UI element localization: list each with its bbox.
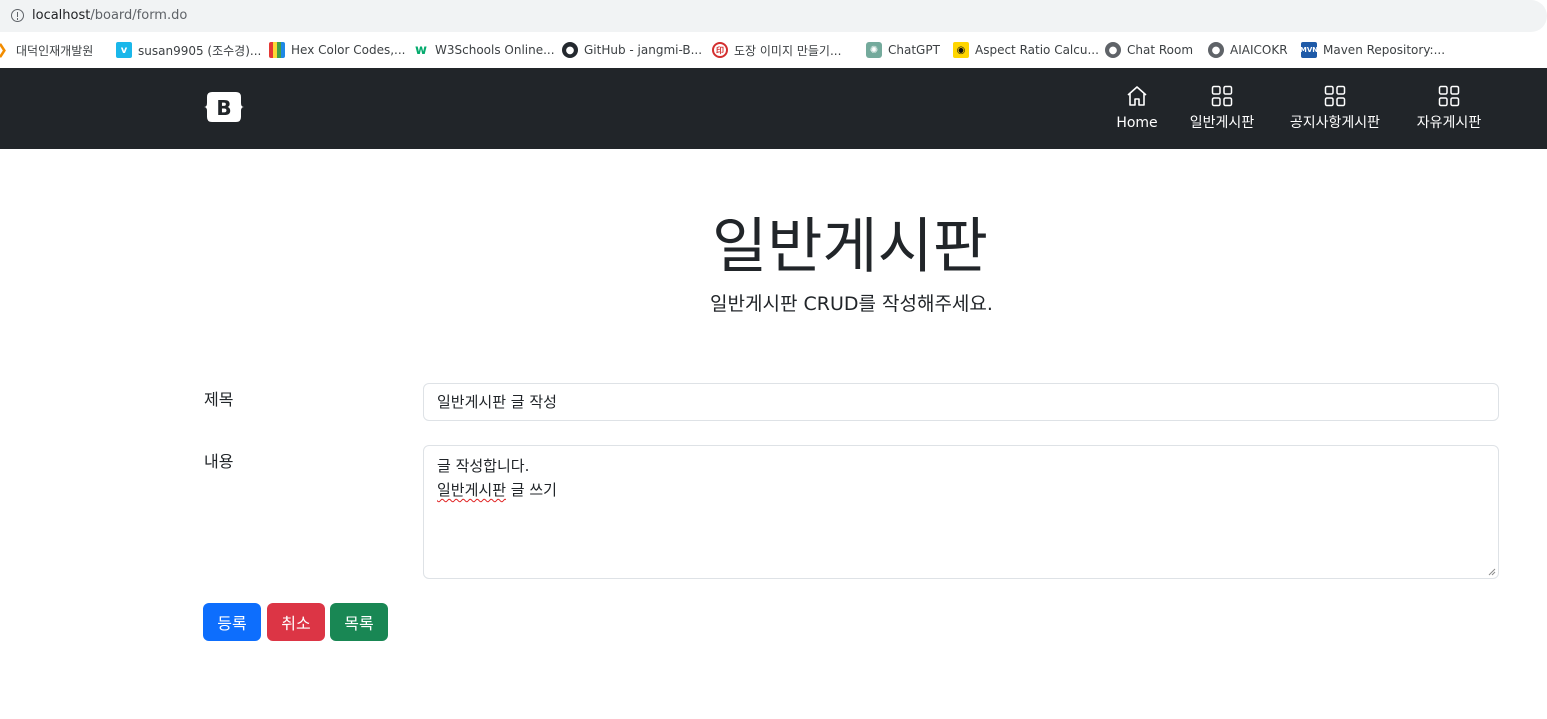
page-title: 일반게시판 bbox=[712, 212, 988, 282]
grid-icon bbox=[1324, 85, 1346, 107]
cancel-button[interactable]: 취소 bbox=[267, 603, 325, 641]
maven-icon: MVN bbox=[1300, 42, 1318, 58]
nav-home[interactable]: Home bbox=[1113, 84, 1161, 134]
nav-general-board[interactable]: 일반게시판 bbox=[1186, 84, 1258, 134]
bookmark-label: susan9905 (조수경)... bbox=[138, 43, 262, 58]
content-text: 글 쓰기 bbox=[506, 481, 557, 499]
spellcheck-word: 일반게시판 bbox=[437, 481, 507, 499]
aspect-ratio-icon: ◉ bbox=[953, 42, 969, 58]
title-input[interactable]: 일반게시판 글 작성 bbox=[423, 383, 1499, 421]
bookmark-label: ChatGPT bbox=[888, 43, 940, 57]
nav-home-label: Home bbox=[1116, 115, 1158, 131]
submit-button[interactable]: 등록 bbox=[203, 603, 261, 641]
url-host: localhost bbox=[32, 8, 91, 23]
list-button[interactable]: 목록 bbox=[330, 603, 388, 641]
svg-text:B: B bbox=[216, 96, 231, 120]
url-path: /board/form.do bbox=[90, 8, 188, 23]
bookmark-label: Aspect Ratio Calcu... bbox=[975, 43, 1099, 57]
content-textarea[interactable]: 글 작성합니다. 일반게시판 글 쓰기 bbox=[423, 445, 1499, 579]
bookmark-label: Chat Room bbox=[1127, 43, 1194, 57]
github-icon: ● bbox=[562, 42, 578, 58]
bookmark-label: 대덕인재개발원 bbox=[16, 43, 94, 58]
feather-icon: ❯ bbox=[0, 42, 10, 58]
nav-free-board[interactable]: 자유게시판 bbox=[1412, 84, 1486, 134]
bookmark-item[interactable]: MVN Maven Repository:... bbox=[1300, 41, 1446, 59]
content-line: 일반게시판 글 쓰기 bbox=[437, 478, 1485, 502]
bookmark-item[interactable]: v susan9905 (조수경)... bbox=[116, 41, 261, 59]
content-label: 내용 bbox=[204, 452, 234, 471]
browser-address-bar: localhost/board/form.do bbox=[0, 0, 1547, 32]
bookmark-item[interactable]: ● AIAICOKR bbox=[1208, 41, 1288, 59]
bookmark-label: 도장 이미지 만들기... bbox=[734, 43, 842, 58]
bookmark-label: Hex Color Codes,... bbox=[291, 43, 406, 57]
bookmarks-bar: ❯ 대덕인재개발원 v susan9905 (조수경)... Hex Color… bbox=[0, 32, 1547, 68]
bookmark-item[interactable]: w W3Schools Online... bbox=[413, 41, 555, 59]
color-book-icon bbox=[269, 42, 285, 58]
bookmark-label: AIAICOKR bbox=[1230, 43, 1288, 57]
url-field[interactable]: localhost/board/form.do bbox=[0, 0, 1547, 32]
nav-notice-board[interactable]: 공지사항게시판 bbox=[1283, 84, 1387, 134]
navbar: B Home 일반게시판 공지사항게시판 자유게시판 bbox=[0, 68, 1547, 149]
nav-free-board-label: 자유게시판 bbox=[1416, 115, 1482, 131]
bootstrap-logo-icon[interactable]: B bbox=[204, 90, 244, 124]
bookmark-item[interactable]: Hex Color Codes,... bbox=[269, 41, 406, 59]
home-icon bbox=[1127, 86, 1147, 106]
vimeo-icon: v bbox=[116, 42, 132, 58]
bookmark-item[interactable]: ✺ ChatGPT bbox=[866, 41, 940, 59]
title-label: 제목 bbox=[204, 390, 234, 409]
w3schools-icon: w bbox=[414, 42, 427, 58]
bookmark-item[interactable]: ● Chat Room bbox=[1105, 41, 1193, 59]
resize-handle-icon[interactable] bbox=[1488, 568, 1496, 576]
nav-general-board-label: 일반게시판 bbox=[1189, 115, 1255, 131]
bookmark-item[interactable]: ◉ Aspect Ratio Calcu... bbox=[953, 41, 1099, 59]
grid-icon bbox=[1211, 85, 1233, 107]
info-icon[interactable] bbox=[11, 9, 24, 22]
globe-icon: ● bbox=[1208, 42, 1224, 58]
bookmark-item[interactable]: 印 도장 이미지 만들기... bbox=[712, 41, 841, 59]
bookmark-label: Maven Repository:... bbox=[1323, 43, 1446, 57]
stamp-icon: 印 bbox=[712, 42, 728, 58]
chatgpt-icon: ✺ bbox=[866, 42, 882, 58]
page-subtitle: 일반게시판 CRUD를 작성해주세요. bbox=[710, 293, 993, 315]
url-text[interactable]: localhost/board/form.do bbox=[32, 8, 187, 23]
nav-notice-board-label: 공지사항게시판 bbox=[1289, 115, 1381, 131]
bookmark-label: W3Schools Online... bbox=[435, 43, 555, 57]
bookmark-label: GitHub - jangmi-B... bbox=[584, 43, 703, 57]
bookmark-item[interactable]: ❯ 대덕인재개발원 bbox=[0, 41, 93, 59]
globe-icon: ● bbox=[1105, 42, 1121, 58]
grid-icon bbox=[1438, 85, 1460, 107]
bookmark-item[interactable]: ● GitHub - jangmi-B... bbox=[562, 41, 702, 59]
content-line: 글 작성합니다. bbox=[437, 457, 530, 475]
